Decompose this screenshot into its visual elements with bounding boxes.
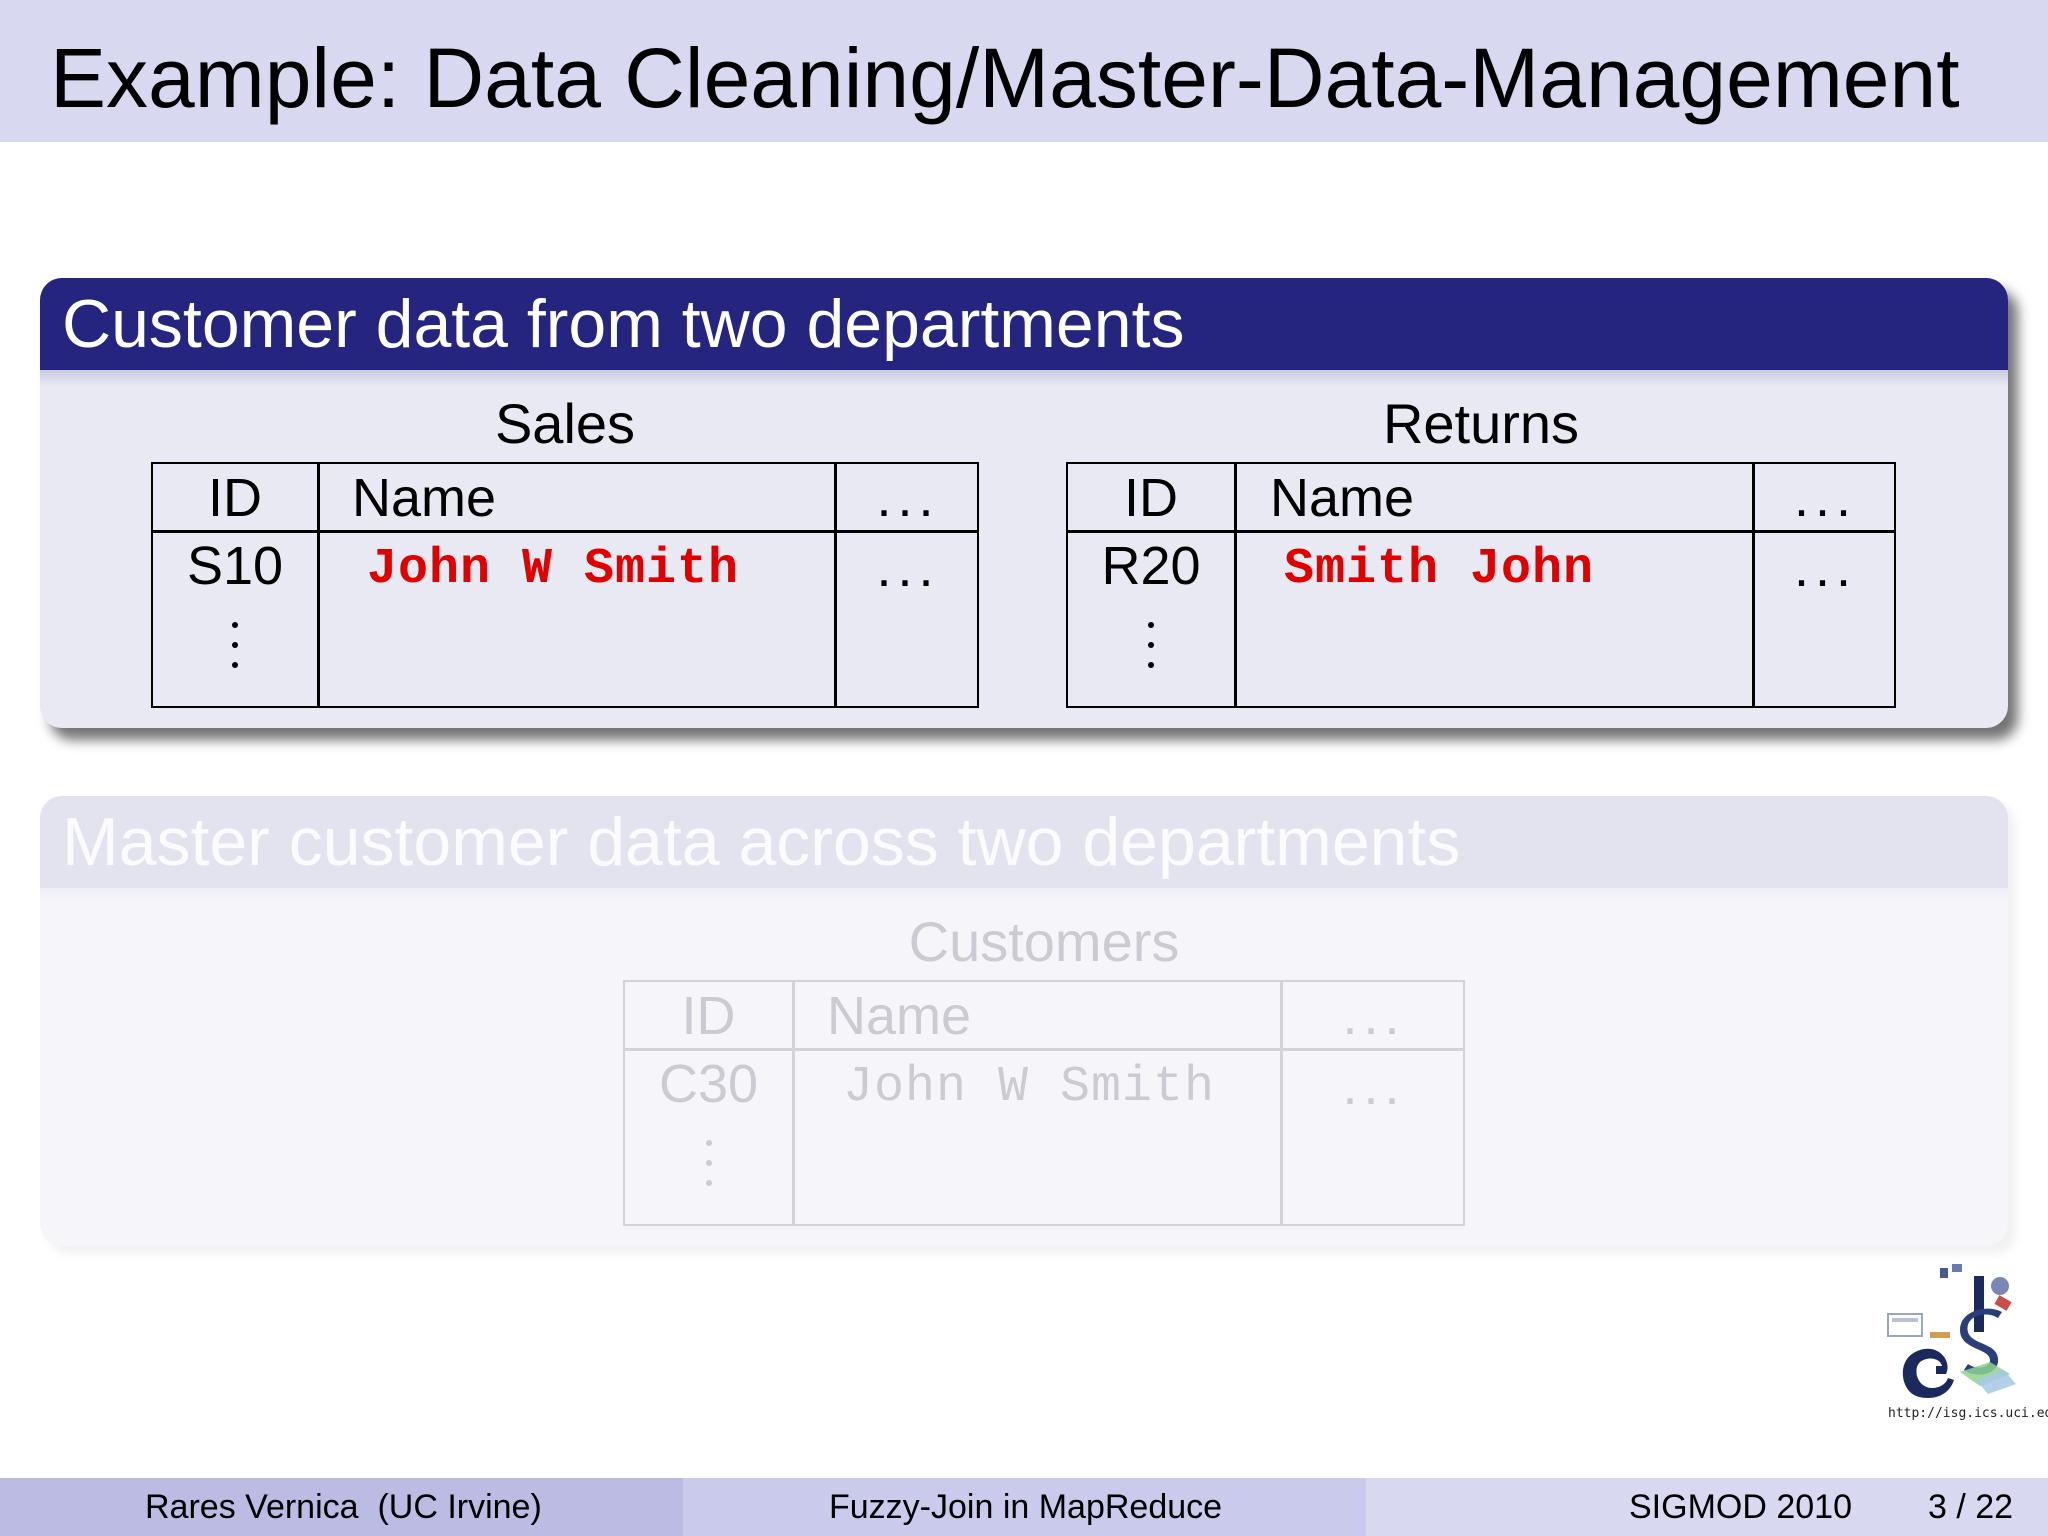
returns-row-ellipsis: ... xyxy=(1793,538,1857,598)
column-header-id: ID xyxy=(208,468,262,528)
column-header-name: Name xyxy=(352,468,497,528)
column-header-ellipsis: ... xyxy=(876,468,940,528)
customers-table-caption: Customers xyxy=(908,910,1180,973)
sales-table-caption: Sales xyxy=(494,392,636,455)
vertical-ellipsis-dot xyxy=(232,662,238,668)
vertical-ellipsis-dot xyxy=(706,1140,712,1146)
vertical-ellipsis-dot xyxy=(1148,622,1154,628)
footer-page-number: 3 / 22 xyxy=(1928,1488,2014,1526)
returns-row-name: Smith John xyxy=(1284,541,1595,598)
customers-row-ellipsis: ... xyxy=(1342,1056,1406,1116)
logo-url: http://isg.ics.uci.edu xyxy=(1888,1406,2048,1421)
vertical-ellipsis-dot xyxy=(232,622,238,628)
master-block-header: Master customer data across two departme… xyxy=(40,796,2008,888)
column-header-id: ID xyxy=(1124,468,1178,528)
column-header-ellipsis: ... xyxy=(1793,468,1857,528)
column-header-name: Name xyxy=(1270,468,1415,528)
customers-table: Customers ID Name ... C30 John W Smith .… xyxy=(623,910,1465,1226)
slide-title-bar: Example: Data Cleaning/Master-Data-Manag… xyxy=(0,0,2048,142)
footer-author: Rares Vernica (UC Irvine) xyxy=(145,1488,542,1526)
vertical-ellipsis-dot xyxy=(232,642,238,648)
column-header-ellipsis: ... xyxy=(1342,986,1406,1046)
column-header-name: Name xyxy=(827,986,972,1046)
returns-table: Returns ID Name ... R20 Smith John ... xyxy=(1066,392,1896,708)
returns-row-id: R20 xyxy=(1101,536,1201,596)
customers-row-id: C30 xyxy=(658,1054,759,1114)
footer-venue: SIGMOD 2010 xyxy=(1629,1488,1852,1526)
master-block-title: Master customer data across two departme… xyxy=(62,804,1461,880)
slide-footer: Rares Vernica (UC Irvine) Fuzzy-Join in … xyxy=(0,1478,2048,1536)
column-header-id: ID xyxy=(681,986,736,1046)
vertical-ellipsis-dot xyxy=(1148,642,1154,648)
slide-title: Example: Data Cleaning/Master-Data-Manag… xyxy=(50,31,1960,125)
departments-block-title: Customer data from two departments xyxy=(62,286,1185,362)
footer-talk-title: Fuzzy-Join in MapReduce xyxy=(829,1488,1223,1526)
isg-logo xyxy=(1880,1262,2030,1422)
sales-row-name: John W Smith xyxy=(367,541,740,598)
footer-author-segment: Rares Vernica (UC Irvine) xyxy=(0,1478,683,1536)
sales-table: Sales ID Name ... S10 John W Smith ... xyxy=(151,392,979,708)
returns-table-caption: Returns xyxy=(1382,392,1580,455)
sales-row-ellipsis: ... xyxy=(876,538,940,598)
sales-row-id: S10 xyxy=(186,536,284,596)
departments-block-header: Customer data from two departments xyxy=(40,278,2008,370)
footer-venue-segment: SIGMOD 2010 3 / 22 xyxy=(1366,1478,2048,1536)
departments-block: Customer data from two departments Sales… xyxy=(40,278,2008,728)
customers-row-name: John W Smith xyxy=(843,1059,1216,1116)
master-block: Master customer data across two departme… xyxy=(40,796,2008,1246)
vertical-ellipsis-dot xyxy=(1148,662,1154,668)
footer-title-segment: Fuzzy-Join in MapReduce xyxy=(683,1478,1366,1536)
isg-logo-mark xyxy=(1887,1264,2016,1398)
vertical-ellipsis-dot xyxy=(706,1160,712,1166)
vertical-ellipsis-dot xyxy=(706,1180,712,1186)
